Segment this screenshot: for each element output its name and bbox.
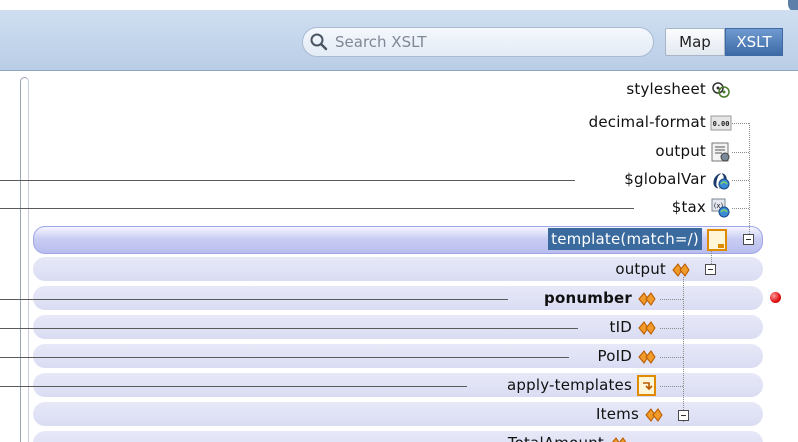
tree-node-output[interactable]: output xyxy=(400,141,732,163)
collapse-toggle[interactable] xyxy=(705,264,716,275)
tree-node-output-element[interactable]: output xyxy=(400,259,692,281)
tree-node-totalamount[interactable]: TotalAmount xyxy=(300,433,630,442)
element-icon xyxy=(645,408,663,422)
tree-node-globalvar[interactable]: $globalVar () xyxy=(400,169,732,191)
error-indicator[interactable] xyxy=(770,292,781,303)
node-label: output xyxy=(655,142,706,160)
tree-node-tid[interactable]: tID xyxy=(300,317,658,339)
search-input[interactable] xyxy=(335,31,635,53)
collapse-toggle[interactable] xyxy=(678,410,689,421)
tree-node-ponumber[interactable]: ponumber xyxy=(300,288,658,310)
xslt-toolbar: Map XSLT xyxy=(0,10,798,71)
stylesheet-icon xyxy=(712,82,730,98)
element-icon xyxy=(638,321,656,335)
parameter-icon: (x) xyxy=(711,198,730,218)
element-icon xyxy=(638,292,656,306)
apply-templates-icon xyxy=(637,375,656,396)
tree-guide xyxy=(660,328,683,329)
node-label: ponumber xyxy=(544,289,632,307)
tree-node-apply-templates[interactable]: apply-templates xyxy=(300,375,658,397)
svg-text:0.00: 0.00 xyxy=(713,120,730,128)
window-top-strip xyxy=(0,0,798,12)
decimal-format-icon: 0.00 xyxy=(710,115,732,131)
tree-node-items[interactable]: Items xyxy=(300,404,665,426)
node-label: Items xyxy=(596,405,639,423)
search-icon xyxy=(310,33,328,51)
node-label: $globalVar xyxy=(624,170,706,188)
tree-node-tax[interactable]: $tax (x) xyxy=(400,197,732,219)
node-label: $tax xyxy=(671,198,706,216)
node-label: PoID xyxy=(597,347,632,365)
node-label: template(match=/) xyxy=(548,228,702,250)
tree-guide xyxy=(732,123,749,124)
node-label: output xyxy=(615,260,666,278)
node-label: decimal-format xyxy=(588,113,706,131)
element-icon xyxy=(638,350,656,364)
map-view-button[interactable]: Map xyxy=(665,28,725,56)
tree-guide xyxy=(683,277,684,422)
tree-guide xyxy=(749,123,750,238)
tree-node-poid[interactable]: PoID xyxy=(300,346,658,368)
tree-node-stylesheet[interactable]: stylesheet xyxy=(400,79,732,101)
output-icon xyxy=(711,142,730,162)
tree-guide xyxy=(660,299,683,300)
collapse-toggle[interactable] xyxy=(743,234,754,245)
node-label: stylesheet xyxy=(626,80,706,98)
tree-guide xyxy=(732,208,749,209)
tree-guide xyxy=(660,357,683,358)
tree-guide xyxy=(732,180,749,181)
tree-guide xyxy=(732,152,749,153)
node-label: TotalAmount xyxy=(508,434,604,442)
node-label: apply-templates xyxy=(507,376,632,394)
template-icon xyxy=(707,229,727,251)
element-icon xyxy=(612,437,627,442)
variable-icon: () xyxy=(712,171,730,191)
xslt-view-button[interactable]: XSLT xyxy=(725,28,783,56)
tree-node-template[interactable]: template(match=/) xyxy=(400,228,728,251)
xslt-editor: Map XSLT xyxy=(0,0,798,442)
tree-node-decimal-format[interactable]: decimal-format 0.00 xyxy=(400,112,732,134)
search-box[interactable] xyxy=(302,27,654,57)
node-label: tID xyxy=(609,318,632,336)
xslt-tree: stylesheet decimal-format 0.00 output $g… xyxy=(0,71,798,442)
element-icon xyxy=(672,263,690,277)
tree-guide xyxy=(660,386,683,387)
